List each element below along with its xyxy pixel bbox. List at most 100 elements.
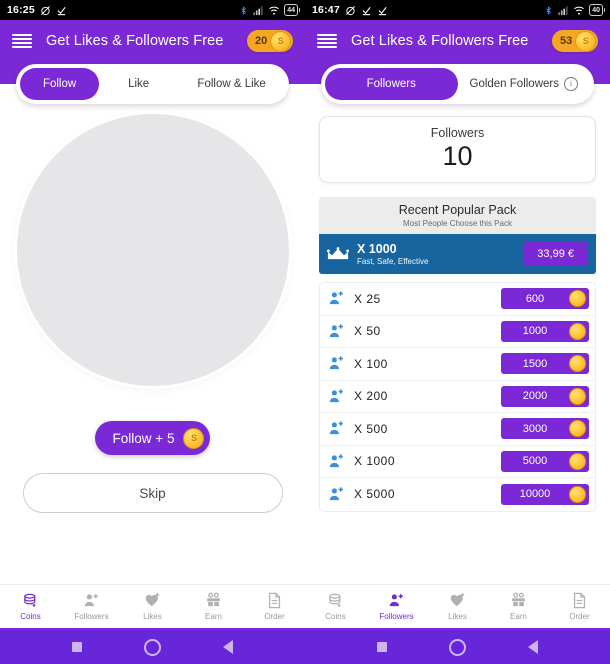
nav-item-followers[interactable]: Followers — [366, 592, 427, 621]
right-segmented-tabs: Followers Golden Followers i — [321, 64, 594, 104]
circle-home-icon[interactable] — [144, 638, 161, 656]
coin-balance-badge[interactable]: 20 S — [247, 30, 293, 52]
popular-pack-info: X 1000 Fast, Safe, Effective — [357, 242, 523, 267]
tab-like[interactable]: Like — [99, 68, 178, 100]
nav-item-order[interactable]: Order — [549, 592, 610, 621]
status-left-group: 16:47 — [312, 4, 388, 16]
table-row[interactable]: X 500 3000 — [320, 413, 595, 446]
person-add-icon — [328, 453, 348, 470]
page-title: Get Likes & Followers Free — [46, 33, 224, 49]
left-main-content: Follow + 5 S Skip — [0, 84, 305, 584]
status-left-group: 16:25 — [7, 4, 67, 16]
coin-icon — [569, 387, 586, 405]
person-add-icon — [328, 290, 348, 307]
table-row[interactable]: X 1000 5000 — [320, 446, 595, 478]
square-recents-icon[interactable] — [377, 642, 387, 652]
table-row[interactable]: X 50 1000 — [320, 316, 595, 348]
person-add-icon — [328, 323, 348, 340]
tab-followers[interactable]: Followers — [325, 68, 458, 100]
triangle-back-icon[interactable] — [528, 640, 538, 654]
popular-pack-subtitle: Most People Choose this Pack — [403, 219, 512, 228]
package-buy-button[interactable]: 10000 — [501, 483, 589, 505]
package-cost: 1000 — [522, 325, 548, 338]
status-right-group: 40 — [544, 4, 605, 16]
battery-icon: 44 — [284, 4, 300, 16]
coin-balance-badge[interactable]: 53 S — [552, 30, 598, 52]
table-row[interactable]: X 100 1500 — [320, 348, 595, 381]
coin-icon: S — [270, 30, 292, 52]
download-done-icon — [378, 6, 387, 15]
package-cost: 600 — [525, 292, 545, 305]
popular-pack-row[interactable]: X 1000 Fast, Safe, Effective 33,99 € — [319, 234, 596, 274]
package-buy-button[interactable]: 1000 — [501, 320, 589, 342]
package-buy-button[interactable]: 5000 — [501, 450, 589, 472]
nav-item-likes[interactable]: Likes — [427, 592, 488, 621]
status-time: 16:47 — [312, 4, 340, 16]
package-quantity: X 25 — [354, 291, 381, 306]
recent-popular-pack: Recent Popular Pack Most People Choose t… — [319, 197, 596, 274]
right-system-nav — [305, 630, 610, 664]
tab-follow-and-like[interactable]: Follow & Like — [178, 68, 285, 100]
package-buy-button[interactable]: 600 — [501, 288, 589, 310]
table-row[interactable]: X 200 2000 — [320, 381, 595, 413]
coins-stack-icon — [24, 593, 36, 607]
square-recents-icon[interactable] — [72, 642, 82, 652]
package-list: X 25 600 X 50 1000 X 100 1500 X 200 2000… — [319, 282, 596, 512]
alarm-off-icon — [345, 5, 355, 15]
nav-label-earn: Earn — [510, 612, 527, 621]
table-row[interactable]: X 25 600 — [320, 283, 595, 316]
crown-icon — [327, 246, 349, 262]
package-buy-button[interactable]: 1500 — [501, 353, 589, 375]
person-add-icon — [328, 355, 348, 372]
nav-item-order[interactable]: Order — [244, 592, 305, 621]
coin-icon: S — [183, 427, 205, 449]
package-buy-button[interactable]: 2000 — [501, 385, 589, 407]
nav-label-likes: Likes — [448, 612, 467, 621]
coin-balance-value: 53 — [560, 35, 573, 47]
hamburger-icon[interactable] — [317, 33, 337, 49]
person-add-icon — [389, 594, 403, 607]
circle-home-icon[interactable] — [449, 638, 466, 656]
person-add-icon — [328, 388, 348, 405]
skip-button[interactable]: Skip — [22, 473, 283, 513]
alarm-off-icon — [40, 5, 50, 15]
gift-icon — [207, 592, 220, 607]
nav-item-followers[interactable]: Followers — [61, 592, 122, 621]
nav-item-earn[interactable]: Earn — [488, 592, 549, 621]
nav-item-coins[interactable]: Coins — [305, 592, 366, 621]
coin-icon — [569, 485, 586, 503]
table-row[interactable]: X 5000 10000 — [320, 478, 595, 511]
tab-golden-followers[interactable]: Golden Followers i — [458, 68, 591, 100]
nav-item-earn[interactable]: Earn — [183, 592, 244, 621]
right-main-content: Followers 10 Recent Popular Pack Most Pe… — [305, 84, 610, 584]
tab-golden-followers-label: Golden Followers — [469, 78, 559, 90]
coin-icon — [569, 290, 586, 308]
status-time: 16:25 — [7, 4, 35, 16]
package-quantity: X 1000 — [354, 454, 396, 469]
coin-balance-value: 20 — [255, 35, 268, 47]
nav-label-followers: Followers — [379, 612, 414, 621]
nav-label-coins: Coins — [20, 612, 41, 621]
package-quantity: X 500 — [354, 421, 388, 436]
page-title: Get Likes & Followers Free — [351, 33, 529, 49]
info-icon[interactable]: i — [563, 77, 578, 91]
follow-button[interactable]: Follow + 5 S — [94, 421, 211, 455]
nav-item-likes[interactable]: Likes — [122, 592, 183, 621]
popular-pack-price-button[interactable]: 33,99 € — [523, 242, 588, 266]
left-segmented-tabs: Follow Like Follow & Like — [16, 64, 289, 104]
bluetooth-icon — [546, 5, 552, 15]
coin-icon: S — [575, 30, 597, 52]
follow-button-label: Follow + 5 — [112, 430, 175, 446]
signal-icon — [253, 5, 263, 15]
left-bottom-nav: Coins Followers Likes Earn Order — [0, 584, 305, 630]
hamburger-icon[interactable] — [12, 33, 32, 49]
left-system-nav — [0, 630, 305, 664]
nav-item-coins[interactable]: Coins — [0, 592, 61, 621]
nav-label-coins: Coins — [325, 612, 346, 621]
package-buy-button[interactable]: 3000 — [501, 418, 589, 440]
tab-follow[interactable]: Follow — [20, 68, 100, 100]
triangle-back-icon[interactable] — [223, 640, 233, 654]
right-phone-screen: 16:47 40 Get Likes & Followers Free 53 S — [305, 0, 610, 630]
right-bottom-nav: Coins Followers Likes Earn Order — [305, 584, 610, 630]
popular-pack-quantity: X 1000 — [357, 241, 397, 256]
